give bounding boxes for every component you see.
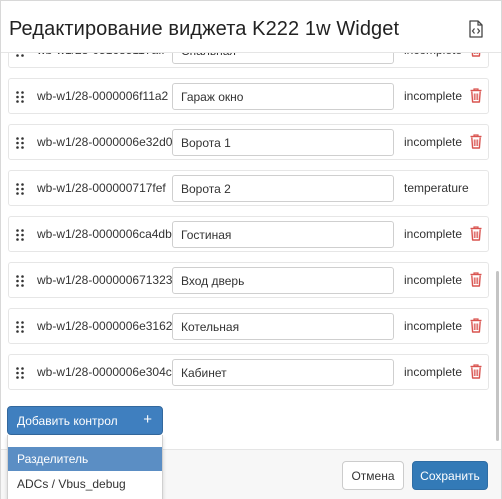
plus-icon: + — [143, 411, 152, 428]
control-name-input[interactable] — [172, 83, 394, 110]
device-id: wb-w1/28-0000006e32d0 — [37, 135, 173, 149]
trash-icon[interactable] — [470, 134, 482, 149]
add-control-label: Добавить контрол — [17, 413, 118, 428]
device-id: wb-w1/28-0000006ca4db — [37, 227, 172, 241]
control-row: wb-w1/28-0000006ca4db incomplete — [8, 216, 489, 252]
code-file-icon[interactable] — [468, 20, 484, 38]
add-control-button[interactable]: Добавить контрол + — [7, 406, 163, 435]
dialog-header: Редактирование виджета K222 1w Widget — [1, 1, 501, 53]
control-row: wb-w1/28-000000671323 incomplete — [8, 262, 489, 298]
dialog-title: Редактирование виджета K222 1w Widget — [9, 18, 400, 40]
device-id: wb-w1/28-0000006e3162 — [37, 319, 173, 333]
dropdown-option-adcs-vbus-debug[interactable]: ADCs / Vbus_debug — [8, 472, 162, 496]
control-type: temperature — [404, 181, 469, 195]
control-name-input[interactable] — [172, 53, 394, 64]
control-type: incomplete — [404, 135, 463, 149]
control-name-input[interactable] — [172, 129, 394, 156]
control-row: wb-w1/28-0000006f11a2 incomplete — [8, 78, 489, 114]
control-row: wb-w1/28-051685117aff incomplete — [8, 53, 489, 68]
control-type: incomplete — [404, 227, 463, 241]
control-row: wb-w1/28-000000717fef temperature — [8, 170, 489, 206]
trash-icon[interactable] — [470, 364, 482, 379]
drag-handle-icon[interactable] — [16, 182, 24, 195]
control-name-input[interactable] — [172, 221, 394, 248]
drag-handle-icon[interactable] — [16, 90, 24, 103]
control-name-input[interactable] — [172, 267, 394, 294]
drag-handle-icon[interactable] — [16, 274, 24, 287]
cancel-button[interactable]: Отмена — [342, 461, 404, 490]
trash-icon[interactable] — [470, 53, 482, 57]
dropdown-option-separator[interactable]: Разделитель — [8, 447, 162, 471]
add-control-dropdown: Разделитель ADCs / Vbus_debug — [7, 435, 163, 499]
control-name-input[interactable] — [172, 175, 394, 202]
device-id: wb-w1/28-000000717fef — [37, 181, 166, 195]
control-type: incomplete — [404, 273, 463, 287]
edit-widget-dialog: Редактирование виджета K222 1w Widget wb… — [0, 0, 502, 499]
control-type: incomplete — [404, 365, 463, 379]
control-row: wb-w1/28-0000006e32d0 incomplete — [8, 124, 489, 160]
control-name-input[interactable] — [172, 359, 394, 386]
device-id: wb-w1/28-000000671323 — [37, 273, 173, 287]
drag-handle-icon[interactable] — [16, 136, 24, 149]
trash-icon[interactable] — [470, 88, 482, 103]
drag-handle-icon[interactable] — [16, 228, 24, 241]
control-type: incomplete — [404, 319, 463, 333]
trash-icon[interactable] — [470, 226, 482, 241]
drag-handle-icon[interactable] — [16, 53, 24, 57]
save-button[interactable]: Сохранить — [412, 461, 488, 490]
trash-icon[interactable] — [470, 318, 482, 333]
control-row: wb-w1/28-0000006e3162 incomplete — [8, 308, 489, 344]
device-id: wb-w1/28-0000006f11a2 — [37, 89, 169, 103]
scrollbar[interactable] — [496, 271, 499, 441]
device-id: wb-w1/28-0000006e304c — [37, 365, 172, 379]
controls-list: wb-w1/28-051685117affincompletewb-w1/28-… — [1, 53, 501, 449]
trash-icon[interactable] — [470, 272, 482, 287]
control-type: incomplete — [404, 89, 463, 103]
drag-handle-icon[interactable] — [16, 320, 24, 333]
device-id: wb-w1/28-051685117aff — [37, 53, 165, 57]
control-type: incomplete — [404, 53, 462, 57]
drag-handle-icon[interactable] — [16, 366, 24, 379]
control-name-input[interactable] — [172, 313, 394, 340]
control-row: wb-w1/28-0000006e304c incomplete — [8, 354, 489, 390]
